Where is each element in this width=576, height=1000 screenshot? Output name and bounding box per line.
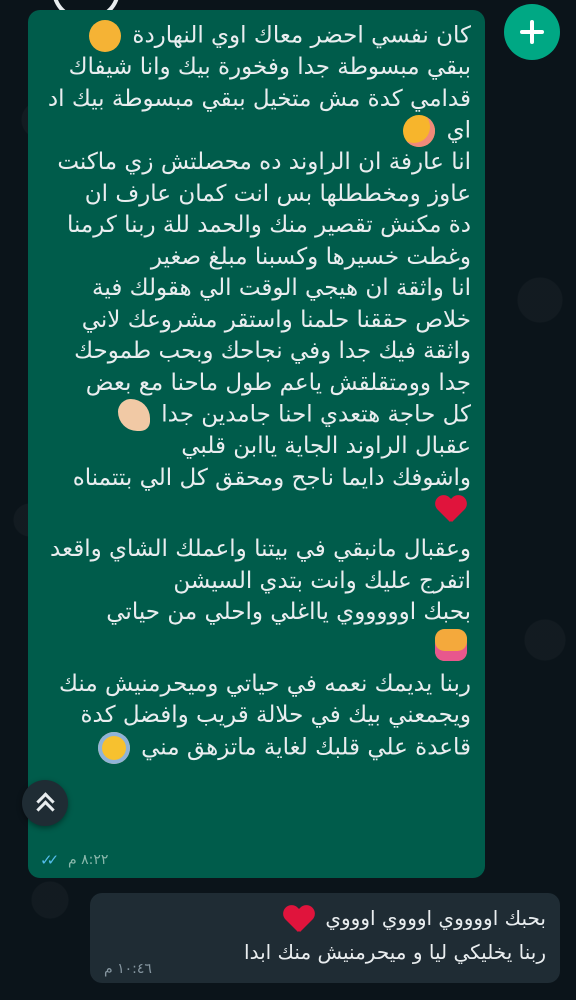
- message-line: دة مكنش تقصير منك والحمد للة ربنا كرمنا: [66, 212, 471, 238]
- message-line: [42, 494, 471, 534]
- message-line: ويجمعني بيك في حلالة قريب وافضل كدة: [80, 702, 472, 728]
- message-line: ربنا يخليكي ليا و ميحرمنيش منك ابدا: [244, 940, 546, 964]
- smiling-face-icon: [403, 115, 436, 147]
- message-line: عقبال الراوند الجاية ياابن قلبي: [181, 433, 471, 459]
- chat-screen: كان نفسي احضر معاك اوي النهاردة ببقي مبس…: [0, 0, 576, 1000]
- message-line: اتفرج عليك وانت بتدي السيشن: [173, 567, 471, 594]
- message-time: ٨:٢٢ م: [68, 852, 109, 868]
- message-line: عاوز ومخططلها بس انت كمان عارف ان: [84, 180, 471, 207]
- message-text: بحبك اووووي اوووي اوووي ربنا يخليكي ليا …: [104, 901, 546, 969]
- message-text: كان نفسي احضر معاك اوي النهاردة ببقي مبس…: [42, 20, 471, 764]
- add-button[interactable]: [504, 4, 560, 60]
- message-meta: ✓✓ ٨:٢٢ م: [40, 851, 108, 869]
- message-line: انا عارفة ان الراوند ده محصلتش زي ماكنت: [57, 149, 471, 175]
- message-line: اي: [42, 115, 471, 147]
- message-line: قدامي كدة مش متخيل ببقي مبسوطة بيك اد: [47, 85, 471, 112]
- incoming-message-bubble[interactable]: بحبك اووووي اوووي اوووي ربنا يخليكي ليا …: [90, 893, 560, 983]
- message-line: كان نفسي احضر معاك اوي النهاردة: [42, 20, 471, 52]
- message-line: كل حاجة هتعدي احنا جامدين جدا: [42, 399, 471, 431]
- scroll-to-top-button[interactable]: [22, 780, 68, 826]
- message-line: وغطت خسيرها وكسبنا مبلغ صغير: [150, 243, 471, 270]
- message-line: انا واثقة ان هيجي الوقت الي هقولك فية: [92, 275, 471, 301]
- flexed-biceps-icon: [117, 399, 150, 431]
- message-time: ١٠:٤٦ م: [104, 961, 152, 977]
- message-line: خلاص حققنا حلمنا واستقر مشروعك لاني: [81, 306, 471, 333]
- message-line: ربنا يديمك نعمه في حياتي وميحرمنيش منك: [59, 670, 471, 697]
- message-line: واثقة فيك جدا وفي نجاحك وبحب طموحك: [74, 338, 471, 364]
- message-line: جدا وومتقلقش ياعم طول ماحنا مع بعض: [85, 369, 471, 396]
- message-line: بحبك اووووي اوووي اوووي: [104, 901, 546, 935]
- outgoing-message-bubble[interactable]: كان نفسي احضر معاك اوي النهاردة ببقي مبس…: [28, 10, 485, 878]
- red-heart-icon: [283, 906, 315, 934]
- message-line: وعقبال مانبقي في بيتنا واعملك الشاي واقع…: [50, 536, 471, 562]
- message-line: ببقي مبسوطة جدا وفخورة بيك وانا شيفاك: [68, 54, 471, 80]
- message-line: قاعدة علي قلبك لغاية ماتزهق مني: [42, 731, 471, 764]
- star-struck-icon: [97, 731, 130, 764]
- couple-with-heart-icon: [435, 628, 467, 661]
- message-line: [42, 628, 471, 669]
- message-line: بحبك اوووووي يااغلي واحلي من حياتي: [106, 599, 471, 625]
- message-line: واشوفك دايما ناجح ومحقق كل الي بتتمناه: [72, 464, 471, 491]
- pensive-face-icon: [89, 20, 122, 52]
- double-check-icon: ✓✓: [40, 851, 59, 869]
- red-heart-icon: [435, 496, 467, 524]
